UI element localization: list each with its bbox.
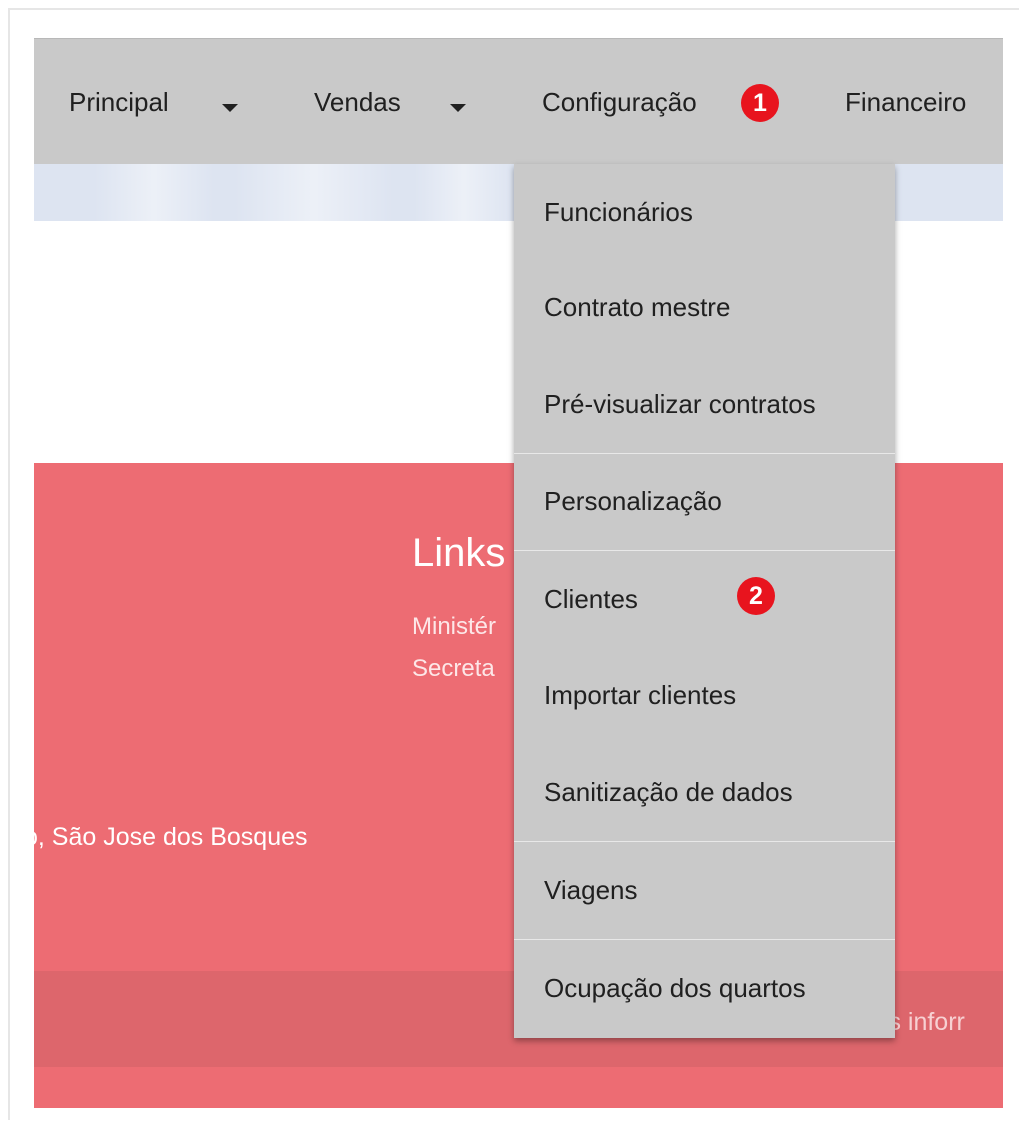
nav-item-financeiro[interactable]: Financeiro <box>845 85 966 119</box>
menu-item-label: Pré-visualizar contratos <box>544 389 816 419</box>
caret-down-icon <box>450 104 466 112</box>
nav-item-label: Configuração <box>542 87 697 117</box>
menu-item-label: Ocupação dos quartos <box>544 973 806 1003</box>
menu-item-viagens[interactable]: Viagens <box>514 842 895 939</box>
menu-item-importar-clientes[interactable]: Importar clientes <box>514 647 895 744</box>
banner-texture <box>414 164 514 221</box>
menu-item-contrato-mestre[interactable]: Contrato mestre <box>514 259 895 356</box>
nav-item-configuracao[interactable]: Configuração <box>542 85 697 119</box>
footer-address: o, São Jose dos Bosques <box>34 823 308 851</box>
nav-item-label: Principal <box>69 87 169 117</box>
menu-item-ocupacao-dos-quartos[interactable]: Ocupação dos quartos <box>514 940 895 1037</box>
menu-item-label: Funcionários <box>544 197 693 227</box>
menu-item-sanitizacao-de-dados[interactable]: Sanitização de dados <box>514 744 895 841</box>
step-badge-2: 2 <box>737 577 775 615</box>
top-navbar: Principal Vendas Configuração 1 Financei… <box>34 38 1003 164</box>
menu-item-label: Personalização <box>544 486 722 516</box>
page: Principal Vendas Configuração 1 Financei… <box>0 0 1019 1128</box>
menu-item-label: Viagens <box>544 875 638 905</box>
footer-link-ministerio[interactable]: Ministér <box>412 613 496 641</box>
banner-texture <box>234 164 394 221</box>
configuracao-dropdown-menu: Funcionários Contrato mestre Pré-visuali… <box>514 164 895 1038</box>
nav-item-label: Vendas <box>314 87 401 117</box>
links-heading: Links <box>412 531 506 575</box>
menu-item-label: Importar clientes <box>544 680 737 710</box>
menu-item-label: Clientes <box>544 584 638 614</box>
menu-item-funcionarios[interactable]: Funcionários <box>514 164 895 261</box>
step-badge-1: 1 <box>741 84 779 122</box>
banner-texture <box>94 164 214 221</box>
nav-item-vendas[interactable]: Vendas <box>314 85 466 119</box>
caret-down-icon <box>222 104 238 112</box>
menu-item-label: Contrato mestre <box>544 292 731 322</box>
nav-item-principal[interactable]: Principal <box>69 85 238 119</box>
menu-item-clientes[interactable]: Clientes <box>514 551 895 648</box>
footer-link-secretaria[interactable]: Secreta <box>412 655 495 683</box>
menu-item-label: Sanitização de dados <box>544 777 793 807</box>
nav-item-label: Financeiro <box>845 87 967 117</box>
menu-item-personalizacao[interactable]: Personalização <box>514 453 895 550</box>
menu-item-pre-visualizar-contratos[interactable]: Pré-visualizar contratos <box>514 356 895 453</box>
